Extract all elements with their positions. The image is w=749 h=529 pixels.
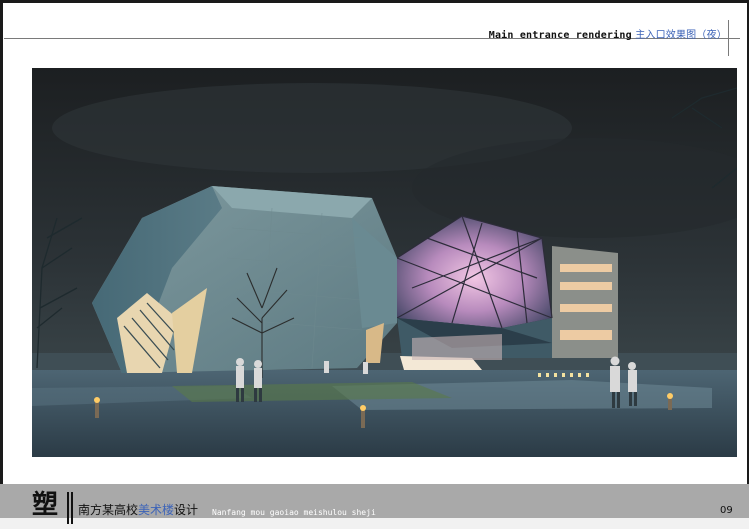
- page-title: Main entrance rendering 主入口效果图（夜）: [489, 26, 727, 41]
- project-title: 南方某高校美术楼设计: [78, 502, 198, 518]
- footer-bottom-strip: [0, 518, 749, 529]
- footer-divider-right: [71, 492, 73, 524]
- page: Main entrance rendering 主入口效果图（夜） 塑 南方某高…: [0, 0, 749, 529]
- header-tick: [728, 20, 729, 56]
- page-title-en: Main entrance rendering: [488, 30, 632, 41]
- footer-logo-char: 塑: [32, 490, 59, 520]
- project-pinyin: Nanfang mou gaoiao meishulou sheji: [212, 508, 376, 517]
- left-border: [0, 0, 3, 529]
- night-rendering-image: [32, 68, 737, 457]
- top-border: [0, 0, 749, 3]
- project-title-part1: 南方某高校: [78, 503, 139, 517]
- project-title-part3: 设计: [174, 503, 199, 517]
- project-title-part2: 美术楼: [138, 503, 175, 517]
- page-title-zh: 主入口效果图（夜）: [635, 30, 727, 41]
- footer-divider-left: [67, 492, 69, 524]
- page-number: 09: [720, 505, 733, 516]
